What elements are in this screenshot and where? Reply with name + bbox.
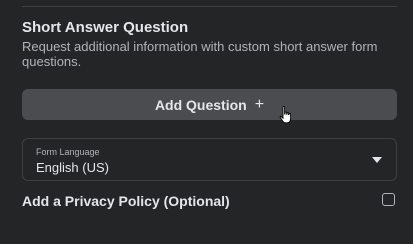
form-language-label: Form Language — [36, 147, 100, 157]
form-language-select[interactable]: Form Language English (US) — [22, 138, 397, 181]
section-divider — [22, 6, 397, 7]
short-answer-title: Short Answer Question — [22, 19, 189, 36]
short-answer-description: Request additional information with cust… — [22, 39, 378, 69]
form-language-value: English (US) — [36, 160, 109, 175]
privacy-policy-label: Add a Privacy Policy (Optional) — [22, 193, 230, 209]
privacy-policy-checkbox[interactable] — [382, 193, 395, 206]
add-question-label: Add Question — [154, 96, 247, 113]
caret-down-icon — [372, 157, 382, 163]
add-question-button[interactable]: Add Question + — [22, 89, 397, 120]
plus-icon: + — [254, 95, 265, 113]
pointer-cursor-icon — [279, 106, 292, 124]
